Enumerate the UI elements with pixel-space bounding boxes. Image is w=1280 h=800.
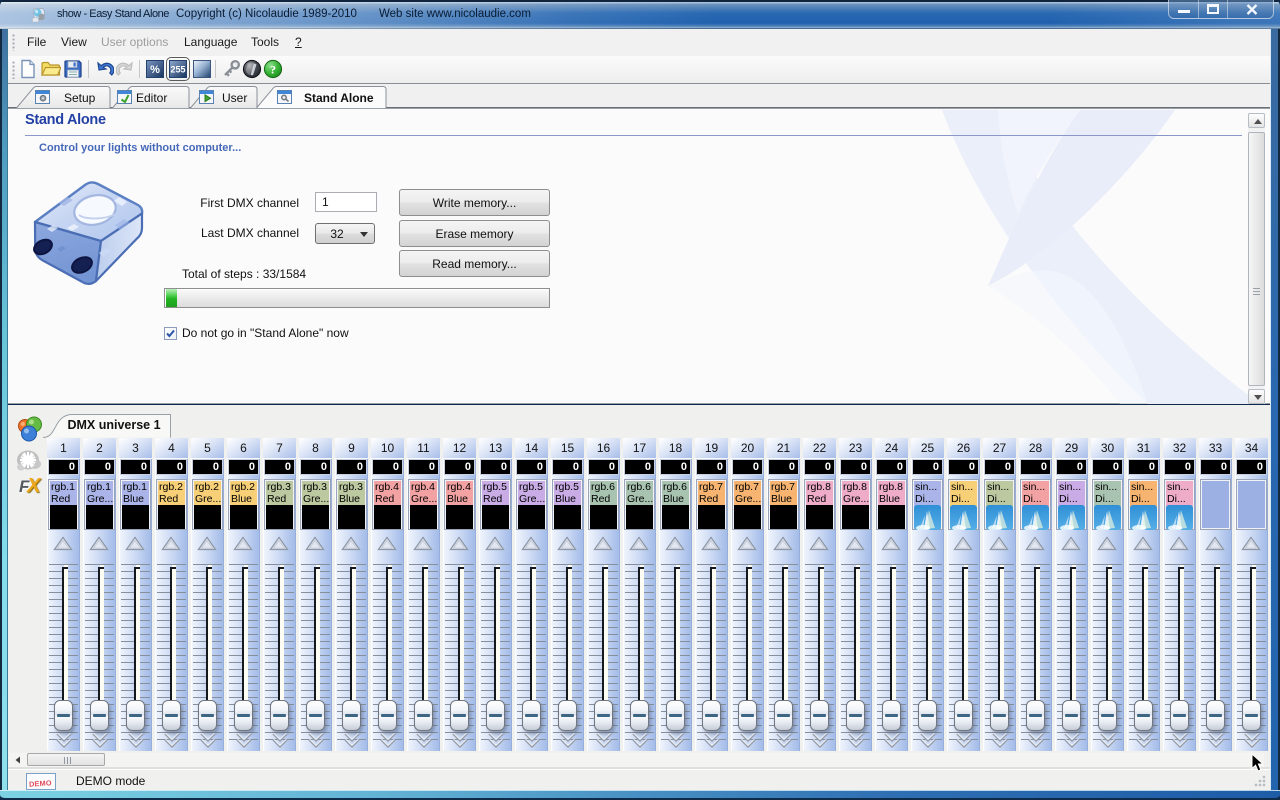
svg-text:255: 255 bbox=[170, 65, 185, 75]
svg-text:%: % bbox=[150, 64, 160, 76]
svg-text:?: ? bbox=[270, 63, 276, 77]
